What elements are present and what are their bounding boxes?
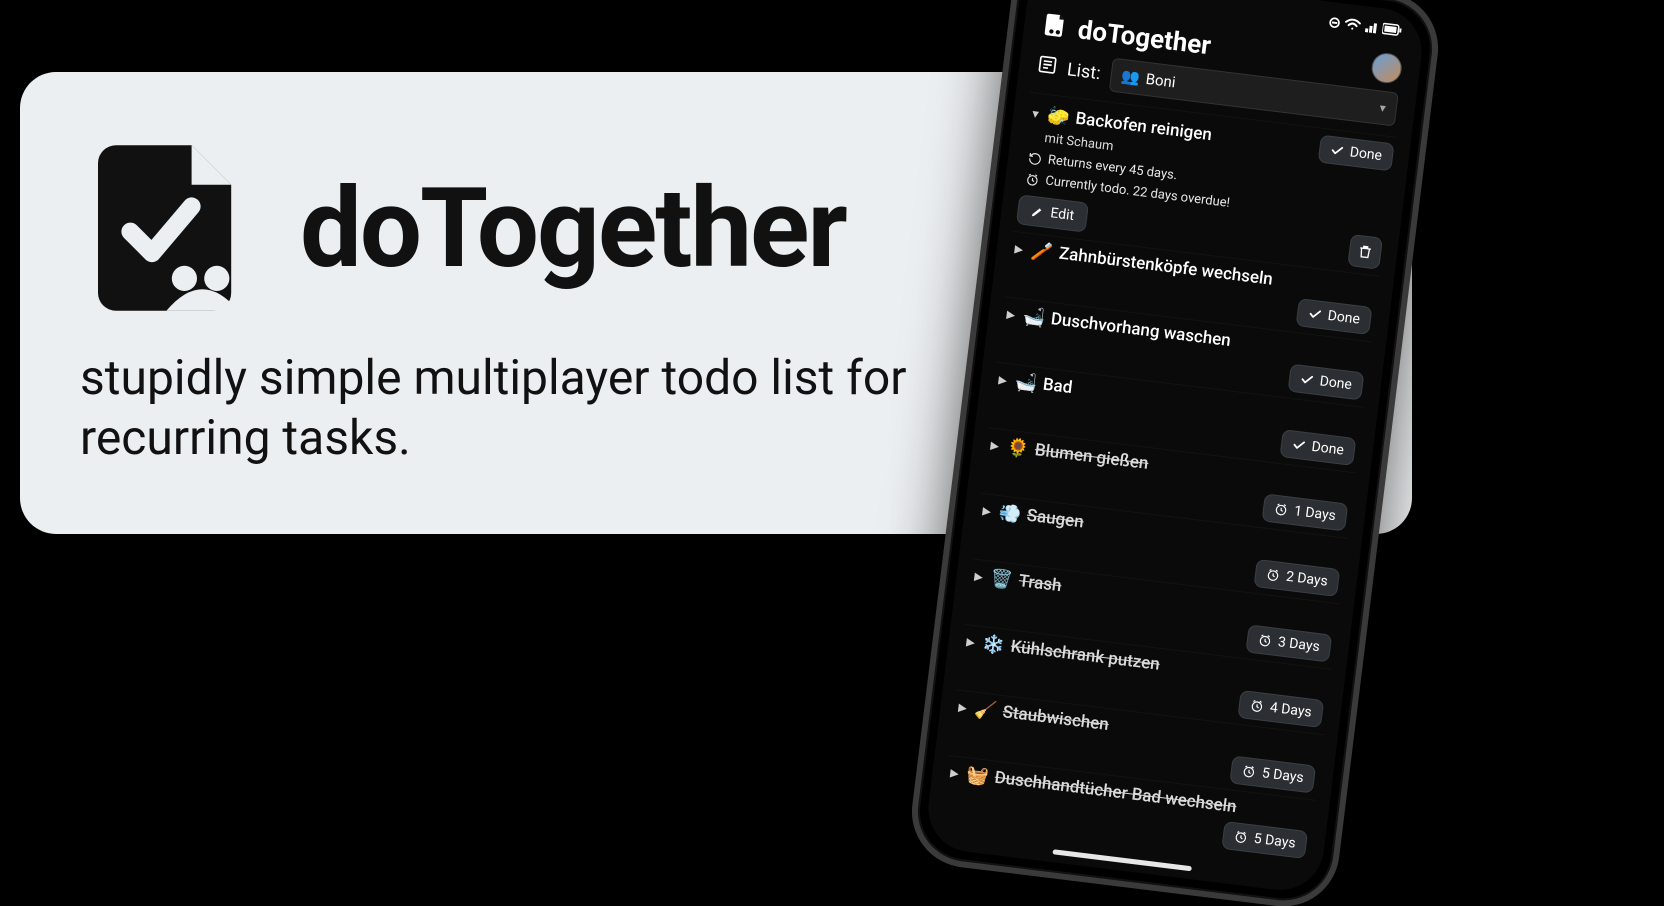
repeat-icon bbox=[1027, 151, 1043, 167]
task-emoji-icon: 🧽 bbox=[1046, 105, 1071, 129]
task-emoji-icon: ❄️ bbox=[981, 633, 1006, 657]
battery-icon bbox=[1382, 22, 1403, 36]
delete-button[interactable] bbox=[1347, 234, 1383, 270]
chevron-down-icon: ▾ bbox=[1379, 101, 1387, 116]
task-emoji-icon: 🧹 bbox=[973, 699, 998, 723]
expand-toggle-icon[interactable]: ▶ bbox=[956, 700, 969, 714]
clock-icon bbox=[1025, 171, 1041, 187]
expand-toggle-icon[interactable]: ▼ bbox=[1029, 106, 1042, 120]
task-emoji-icon: 🧺 bbox=[965, 764, 990, 788]
task-emoji-icon: 🪥 bbox=[1030, 240, 1055, 264]
days-badge: 5 Days bbox=[1221, 821, 1308, 859]
days-badge: 2 Days bbox=[1254, 559, 1341, 597]
app-logo-icon bbox=[80, 138, 260, 318]
days-badge: 3 Days bbox=[1246, 624, 1333, 662]
edit-button[interactable]: Edit bbox=[1016, 194, 1089, 232]
days-badge: 5 Days bbox=[1229, 755, 1316, 793]
done-button[interactable]: Done bbox=[1295, 298, 1372, 335]
days-badge: 1 Days bbox=[1262, 493, 1349, 531]
task-emoji-icon: 🛁 bbox=[1021, 306, 1046, 330]
task-emoji-icon: 💨 bbox=[997, 502, 1022, 526]
list-selected-value: Boni bbox=[1145, 70, 1177, 92]
task-list[interactable]: ▼ 🧽 Backofen reinigen Done mit Schaum Re… bbox=[923, 90, 1411, 895]
app-doc-icon bbox=[1040, 11, 1069, 44]
done-button[interactable]: Done bbox=[1279, 429, 1356, 466]
expand-toggle-icon[interactable]: ▶ bbox=[948, 766, 961, 780]
dnd-icon: ⊝ bbox=[1327, 13, 1342, 32]
task-emoji-icon: 🗑️ bbox=[989, 568, 1014, 592]
done-button[interactable]: Done bbox=[1287, 364, 1364, 401]
expand-toggle-icon[interactable]: ▶ bbox=[996, 373, 1009, 387]
expand-toggle-icon[interactable]: ▶ bbox=[1004, 307, 1017, 321]
days-badge: 4 Days bbox=[1238, 690, 1325, 728]
task-emoji-icon: 🌻 bbox=[1005, 437, 1030, 461]
hero-tagline: stupidly simple multiplayer todo list fo… bbox=[80, 348, 980, 468]
list-icon bbox=[1036, 54, 1059, 80]
list-emoji-icon: 👥 bbox=[1120, 67, 1141, 87]
expand-toggle-icon[interactable]: ▶ bbox=[964, 635, 977, 649]
avatar[interactable] bbox=[1370, 51, 1403, 84]
signal-icon bbox=[1364, 20, 1379, 34]
trash-icon bbox=[1356, 243, 1374, 261]
hero-title: doTogether bbox=[300, 164, 846, 293]
task-emoji-icon: 🛁 bbox=[1013, 371, 1038, 395]
expand-toggle-icon[interactable]: ▶ bbox=[1012, 242, 1025, 256]
expand-toggle-icon[interactable]: ▶ bbox=[988, 438, 1001, 452]
pencil-icon bbox=[1030, 204, 1046, 220]
list-label: List: bbox=[1066, 59, 1102, 84]
expand-toggle-icon[interactable]: ▶ bbox=[980, 504, 993, 518]
wifi-icon bbox=[1344, 18, 1361, 32]
expand-toggle-icon[interactable]: ▶ bbox=[972, 569, 985, 583]
status-time: 22:05 bbox=[1070, 0, 1110, 4]
